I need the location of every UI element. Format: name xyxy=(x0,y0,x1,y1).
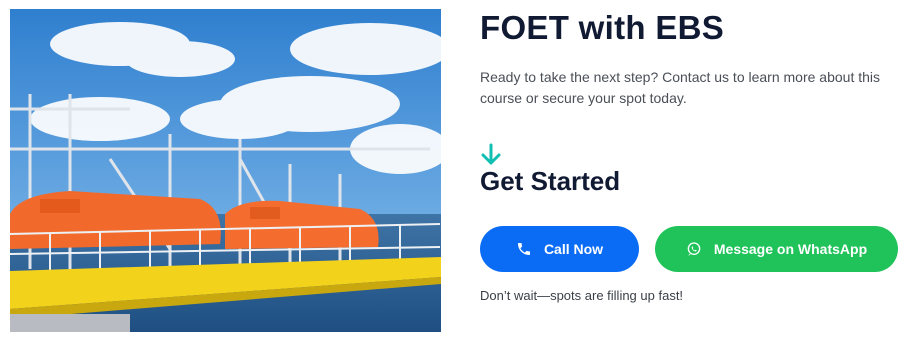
phone-icon xyxy=(516,241,532,257)
whatsapp-button[interactable]: Message on WhatsApp xyxy=(655,226,898,272)
get-started-heading: Get Started xyxy=(480,166,621,196)
call-now-label: Call Now xyxy=(543,241,604,257)
urgency-note: Don’t wait—spots are filling up fast! xyxy=(480,288,684,303)
hero-image xyxy=(10,9,441,332)
call-now-button[interactable]: Call Now xyxy=(480,226,639,272)
arrow-down-icon xyxy=(480,143,502,167)
offshore-lifeboat-photo xyxy=(10,9,441,332)
whatsapp-label: Message on WhatsApp xyxy=(713,241,868,257)
course-description: Ready to take the next step? Contact us … xyxy=(480,69,881,106)
whatsapp-icon xyxy=(686,241,702,257)
course-title: FOET with EBS xyxy=(480,9,725,46)
